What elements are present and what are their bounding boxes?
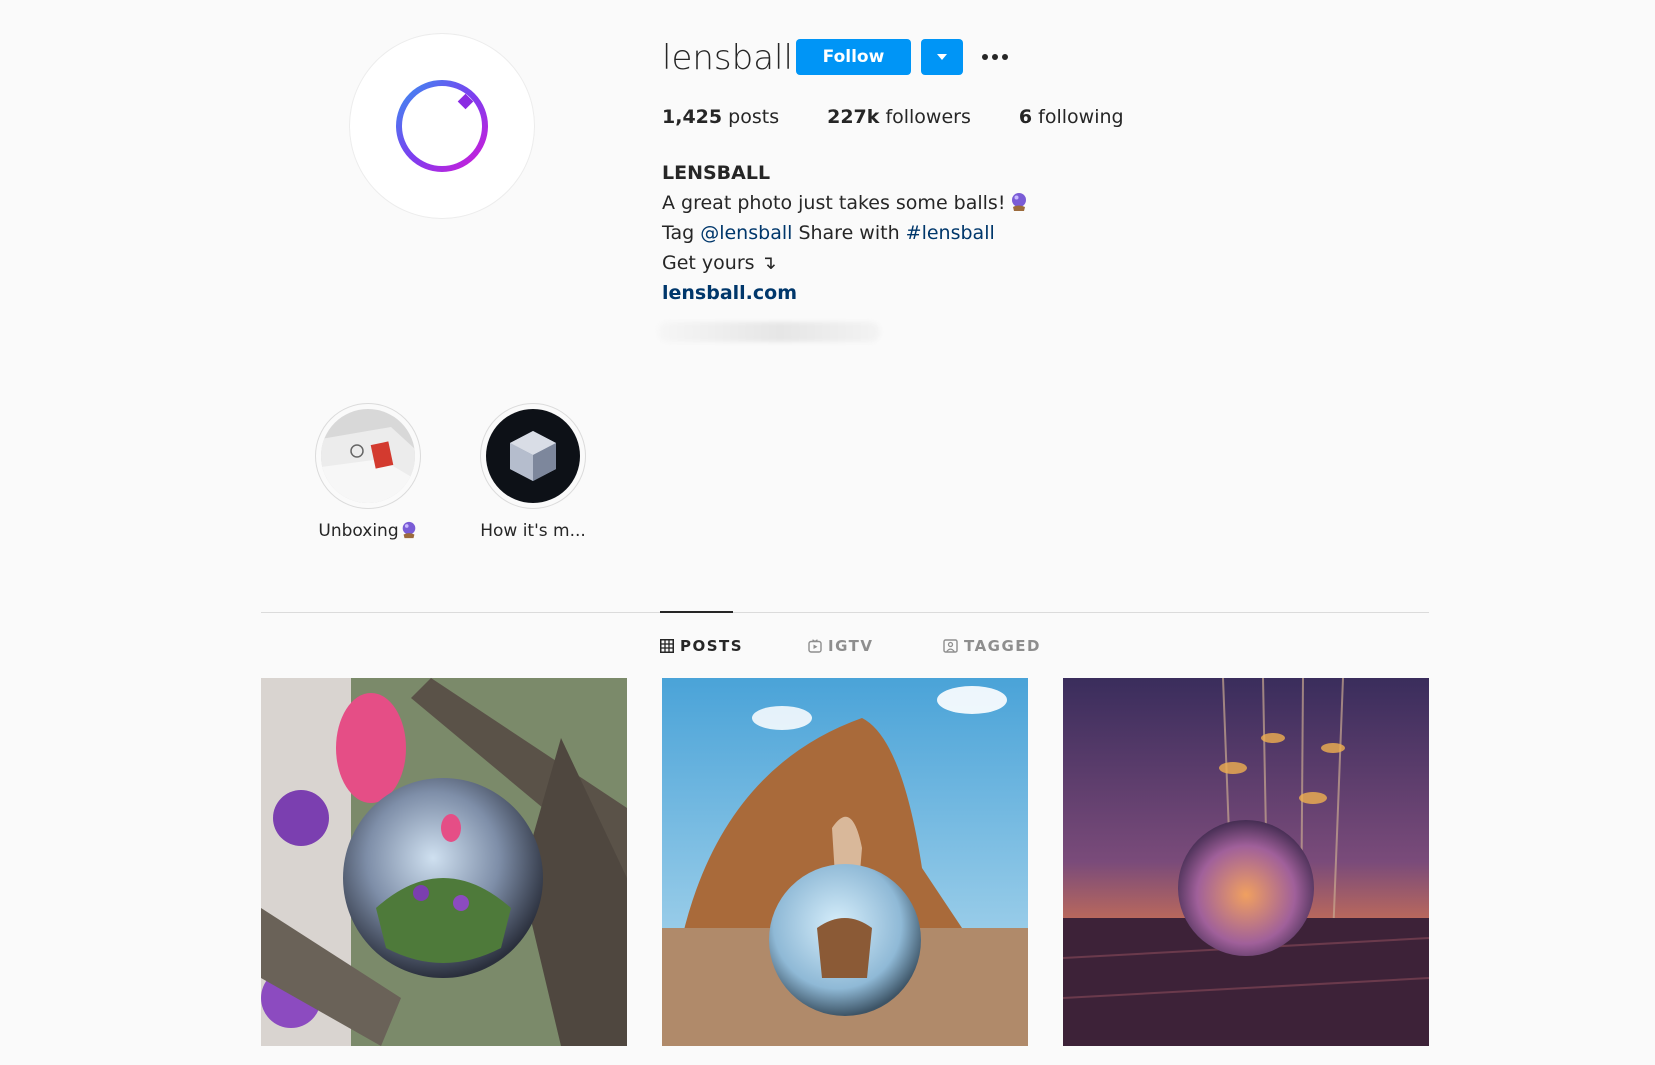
bio-hashtag-link[interactable]: #lensball — [906, 222, 995, 244]
lensball-logo-icon — [396, 80, 488, 172]
dot — [992, 54, 998, 60]
followers-link[interactable]: 227k followers — [827, 106, 971, 128]
post-image-rock-lensball — [662, 678, 1028, 1046]
posts-count: 1,425 posts — [662, 106, 779, 128]
tab-posts[interactable]: POSTS — [660, 637, 743, 655]
highlight-how-its-made[interactable]: How it's m... — [478, 403, 588, 541]
highlight-label-text: Unboxing — [318, 521, 399, 541]
bio-line-1: A great photo just takes some balls! — [662, 188, 1029, 218]
profile-avatar[interactable] — [349, 33, 535, 219]
more-options-button[interactable] — [979, 44, 1011, 70]
bio-handle-link[interactable]: @lensball — [700, 222, 792, 244]
crystal-ball-icon — [1012, 193, 1027, 211]
tab-posts-label: POSTS — [680, 637, 744, 655]
following-count-value: 6 — [1018, 106, 1033, 128]
profile-website-link[interactable]: lensball.com — [662, 278, 1029, 308]
post-image-tulip-lensball — [261, 678, 627, 1046]
post-thumbnail-2[interactable] — [662, 678, 1028, 1046]
highlight-label: Unboxing — [313, 521, 423, 541]
followers-count-label: followers — [885, 106, 971, 128]
crystal-ball-icon — [402, 521, 415, 539]
tab-igtv[interactable]: IGTV — [808, 637, 873, 655]
bio-line-2: Tag @lensball Share with #lensball — [662, 218, 1029, 248]
highlight-ring — [315, 403, 421, 509]
tab-tagged-label: TAGGED — [964, 637, 1041, 655]
grid-icon — [660, 639, 674, 653]
highlight-ring — [480, 403, 586, 509]
post-thumbnail-3[interactable] — [1063, 678, 1429, 1046]
bio-tagline: A great photo just takes some balls! — [662, 192, 1006, 214]
post-image-sunset-lensball — [1063, 678, 1429, 1046]
dot — [982, 54, 988, 60]
tab-tagged[interactable]: TAGGED — [943, 637, 1041, 655]
post-thumbnail-1[interactable] — [261, 678, 627, 1046]
igtv-icon — [808, 639, 822, 653]
posts-count-label: posts — [728, 106, 780, 128]
dot — [1002, 54, 1008, 60]
chevron-down-icon — [937, 54, 947, 60]
profile-stats: 1,425 posts 227k followers 6 following — [662, 106, 1172, 128]
active-tab-indicator — [660, 611, 733, 613]
profile-bio: LENSBALL A great photo just takes some b… — [662, 158, 1029, 308]
bio-tag-prefix: Tag — [662, 222, 695, 244]
suggested-dropdown-button[interactable] — [921, 39, 963, 75]
profile-username: lensball — [662, 38, 793, 78]
tagged-icon — [943, 639, 958, 653]
tabs-divider — [261, 612, 1429, 613]
bio-line-3: Get yours ↴ — [662, 252, 777, 274]
highlight-unboxing[interactable]: Unboxing — [313, 403, 423, 541]
following-count-label: following — [1038, 106, 1124, 128]
tab-igtv-label: IGTV — [828, 637, 874, 655]
posts-count-value: 1,425 — [662, 106, 723, 128]
profile-full-name: LENSBALL — [662, 162, 771, 184]
blurred-mutual-followers — [658, 322, 880, 342]
highlight-cover-image — [321, 409, 415, 503]
following-link[interactable]: 6 following — [1019, 106, 1124, 128]
followers-count-value: 227k — [827, 106, 880, 128]
highlight-label: How it's m... — [480, 521, 586, 541]
bio-share-text: Share with — [798, 222, 900, 244]
follow-button[interactable]: Follow — [796, 39, 911, 75]
highlight-cover-image — [486, 409, 580, 503]
